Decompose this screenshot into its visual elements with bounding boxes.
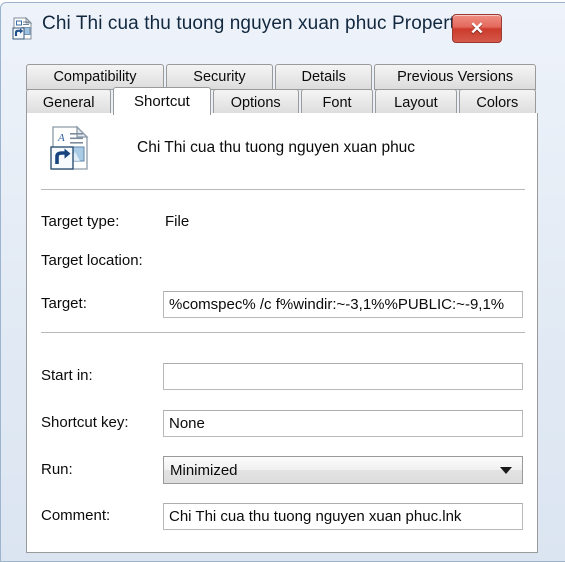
comment-label: Comment: <box>41 507 111 524</box>
tab-colors[interactable]: Colors <box>458 89 536 115</box>
shortcut-tab-panel: A Chi Thi cua thu tuong nguyen xuan phuc… <box>26 113 538 553</box>
comment-input[interactable]: Chi Thi cua thu tuong nguyen xuan phuc.l… <box>163 503 523 530</box>
shortcut-document-icon: A <box>49 125 93 173</box>
tab-label: Font <box>322 94 352 111</box>
run-dropdown[interactable]: Minimized <box>163 456 523 484</box>
window-title: Chi Thi cua thu tuong nguyen xuan phuc P… <box>42 13 480 34</box>
tab-previous-versions[interactable]: Previous Versions <box>374 64 537 90</box>
properties-dialog-window: Chi Thi cua thu tuong nguyen xuan phuc P… <box>0 2 565 562</box>
tab-label: Options <box>230 94 281 111</box>
tab-row-bottom: General Shortcut Options Font Layout Col… <box>26 87 538 115</box>
run-dropdown-value: Minimized <box>170 461 238 479</box>
shortcut-key-input-value: None <box>169 415 205 432</box>
start-in-label: Start in: <box>41 367 93 384</box>
start-in-input[interactable] <box>163 363 523 390</box>
tab-label: Layout <box>394 94 438 111</box>
tab-label: Compatibility <box>53 69 137 85</box>
shortcut-name-label: Chi Thi cua thu tuong nguyen xuan phuc <box>137 139 416 156</box>
comment-input-value: Chi Thi cua thu tuong nguyen xuan phuc.l… <box>169 508 462 525</box>
tab-shortcut[interactable]: Shortcut <box>113 87 211 115</box>
divider-middle <box>41 332 525 333</box>
tab-general[interactable]: General <box>26 89 112 115</box>
close-button[interactable]: ✕ <box>452 14 502 43</box>
tab-options[interactable]: Options <box>212 89 299 115</box>
tab-font[interactable]: Font <box>300 89 374 115</box>
target-input[interactable]: %comspec% /c f%windir:~-3,1%%PUBLIC:~-9,… <box>163 291 523 318</box>
target-location-label: Target location: <box>41 252 143 269</box>
tab-strip: Compatibility Security Details Previous … <box>26 64 538 115</box>
tab-label: Shortcut <box>133 93 190 110</box>
tab-label: Security <box>193 69 246 85</box>
title-bar[interactable]: Chi Thi cua thu tuong nguyen xuan phuc P… <box>4 6 565 50</box>
tab-layout[interactable]: Layout <box>375 89 457 115</box>
window-inner: Chi Thi cua thu tuong nguyen xuan phuc P… <box>4 6 565 558</box>
target-type-label: Target type: <box>41 213 120 230</box>
tab-row-top: Compatibility Security Details Previous … <box>26 64 538 90</box>
shortcut-heading: A Chi Thi cua thu tuong nguyen xuan phuc <box>27 113 537 185</box>
shortcut-key-input[interactable]: None <box>163 410 523 437</box>
tab-label: Previous Versions <box>397 69 514 85</box>
tab-details[interactable]: Details <box>275 64 373 90</box>
svg-text:A: A <box>57 132 65 144</box>
close-icon: ✕ <box>469 19 485 38</box>
tab-label: Details <box>301 69 346 85</box>
divider-top <box>41 189 525 190</box>
target-input-value: %comspec% /c f%windir:~-3,1%%PUBLIC:~-9,… <box>169 296 505 313</box>
target-type-value: File <box>165 213 190 230</box>
tab-label: Colors <box>476 94 519 111</box>
shortcut-key-label: Shortcut key: <box>41 414 129 431</box>
tab-label: General <box>42 94 95 111</box>
run-label: Run: <box>41 461 73 478</box>
target-label: Target: <box>41 295 87 312</box>
chevron-down-icon <box>500 467 512 474</box>
shortcut-document-icon <box>12 16 34 41</box>
